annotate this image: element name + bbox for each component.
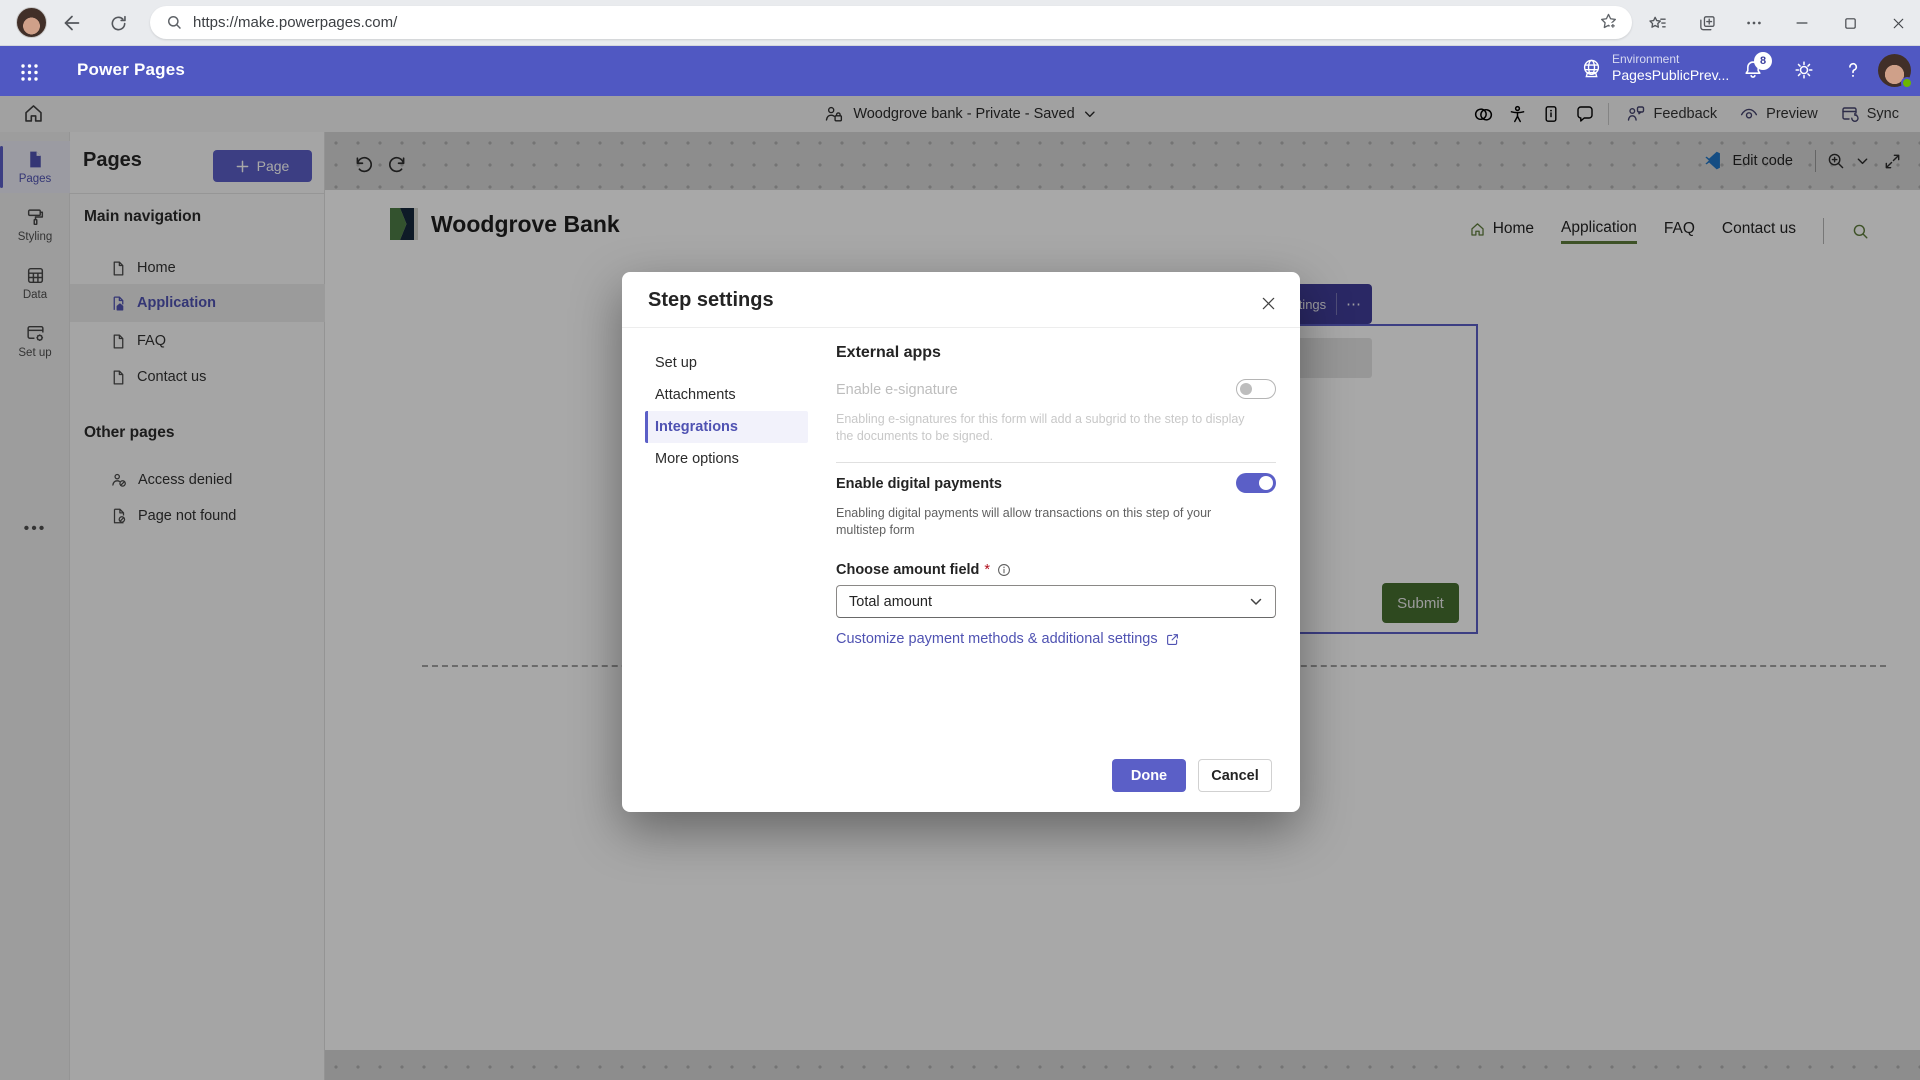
customize-payments-link-text: Customize payment methods & additional s… (836, 631, 1158, 647)
add-favorite-icon[interactable] (1599, 12, 1618, 31)
esignature-toggle[interactable] (1236, 379, 1276, 399)
browser-more-icon[interactable] (1740, 9, 1768, 37)
window-minimize-icon[interactable] (1788, 9, 1816, 37)
collections-icon[interactable] (1693, 9, 1721, 37)
browser-refresh-icon[interactable] (104, 9, 132, 37)
done-button[interactable]: Done (1112, 759, 1186, 792)
toggle-knob (1240, 383, 1252, 395)
favorites-icon[interactable] (1643, 9, 1671, 37)
toggle-knob (1259, 476, 1273, 490)
tab-set-up[interactable]: Set up (645, 347, 808, 379)
account-avatar[interactable] (1878, 54, 1911, 87)
amount-field-label-text: Choose amount field (836, 562, 979, 578)
external-link-icon (1165, 632, 1180, 647)
browser-chrome: https://make.powerpages.com/ (0, 0, 1920, 46)
digital-payments-toggle[interactable] (1236, 473, 1276, 493)
dropdown-value: Total amount (849, 594, 932, 610)
step-settings-dialog: Step settings Set up Attachments Integra… (622, 272, 1300, 812)
tab-integrations[interactable]: Integrations (645, 411, 808, 443)
external-apps-header: External apps (836, 344, 941, 362)
search-icon (166, 14, 183, 31)
dialog-title: Step settings (648, 289, 774, 312)
browser-back-icon[interactable] (58, 9, 86, 37)
help-icon[interactable] (1842, 59, 1864, 81)
dialog-content: External apps Enable e-signature Enablin… (836, 272, 1276, 812)
amount-field-dropdown[interactable]: Total amount (836, 585, 1276, 618)
studio-workspace: Woodgrove bank - Private - Saved (0, 96, 1920, 1080)
esignature-label: Enable e-signature (836, 382, 958, 398)
address-bar[interactable]: https://make.powerpages.com/ (150, 6, 1632, 39)
window-maximize-icon[interactable] (1836, 9, 1864, 37)
window-close-icon[interactable] (1884, 9, 1912, 37)
customize-payments-link[interactable]: Customize payment methods & additional s… (836, 631, 1180, 647)
presence-indicator (1901, 77, 1913, 89)
app-title: Power Pages (77, 60, 185, 80)
environment-icon (1580, 57, 1603, 80)
browser-profile-avatar[interactable] (16, 7, 47, 38)
digital-payments-label: Enable digital payments (836, 476, 1002, 492)
screen: https://make.powerpages.com/ Power Page (0, 0, 1920, 1080)
tab-more-options[interactable]: More options (645, 443, 808, 475)
info-icon[interactable] (997, 563, 1011, 577)
url-text[interactable]: https://make.powerpages.com/ (193, 14, 397, 31)
environment-picker[interactable]: Environment PagesPublicPrev... (1580, 52, 1729, 85)
esignature-description: Enabling e-signatures for this form will… (836, 411, 1260, 445)
notification-count-badge: 8 (1754, 52, 1772, 70)
app-header: Power Pages Environment PagesPublicPrev.… (0, 46, 1920, 96)
amount-field-label: Choose amount field * (836, 562, 1011, 578)
environment-label: Environment (1612, 52, 1729, 67)
digital-payments-description: Enabling digital payments will allow tra… (836, 505, 1260, 539)
settings-gear-icon[interactable] (1793, 59, 1815, 81)
cancel-button[interactable]: Cancel (1198, 759, 1272, 792)
tab-attachments[interactable]: Attachments (645, 379, 808, 411)
environment-name: PagesPublicPrev... (1612, 67, 1729, 85)
section-divider (836, 462, 1276, 463)
required-marker: * (984, 562, 990, 578)
app-launcher-icon[interactable] (17, 60, 41, 84)
notifications-icon[interactable]: 8 (1742, 59, 1764, 81)
chevron-down-icon (1249, 595, 1263, 609)
